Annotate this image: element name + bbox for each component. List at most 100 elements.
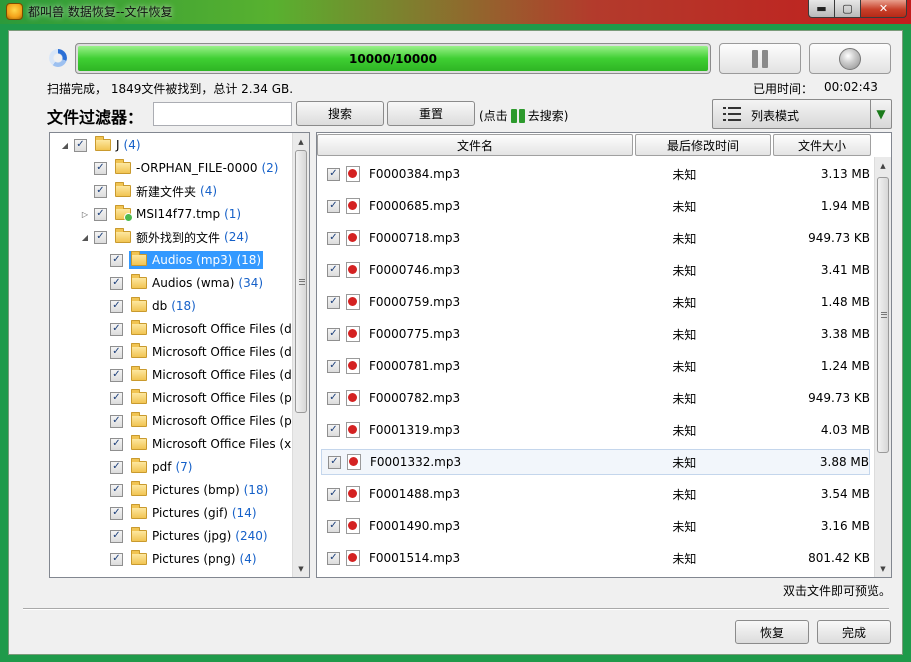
tree-item-checkbox[interactable]: ✓	[110, 460, 123, 474]
tree-item[interactable]: ✓ Microsoft Office Files (d	[96, 364, 294, 386]
file-row[interactable]: ✓ F0001490.mp3 未知 3.16 MB	[321, 513, 870, 539]
file-row[interactable]: ✓ F0001514.mp3 未知 801.42 KB	[321, 545, 870, 571]
tree-item[interactable]: ✓ Microsoft Office Files (xl	[96, 433, 297, 455]
tree-item[interactable]: ✓ Pictures (png) (4)	[96, 548, 259, 570]
audio-file-icon	[346, 422, 360, 438]
tree-expander-icon[interactable]: ◢	[60, 141, 70, 150]
tree-item[interactable]: ◢ ✓ 额外找到的文件 (24)	[80, 226, 251, 248]
file-row-checkbox[interactable]: ✓	[327, 359, 340, 373]
tree-scroll-grip-icon	[299, 279, 305, 285]
tree-item[interactable]: ✓ 新建文件夹 (4)	[80, 180, 219, 202]
tree-item-checkbox[interactable]: ✓	[110, 276, 123, 290]
file-row[interactable]: ✓ F0000759.mp3 未知 1.48 MB	[321, 289, 870, 315]
tree-expander-icon[interactable]: ▷	[80, 210, 90, 219]
list-scroll-thumb[interactable]	[877, 177, 889, 453]
file-row-checkbox[interactable]: ✓	[327, 519, 340, 533]
file-row-checkbox[interactable]: ✓	[327, 423, 340, 437]
tree-item-checkbox[interactable]: ✓	[94, 230, 107, 244]
search-button[interactable]: 搜索	[296, 101, 384, 126]
tree-item[interactable]: ✓ Microsoft Office Files (p	[96, 410, 294, 432]
folder-tree[interactable]: ✓ Pictures (png) (4) ✓ Pictures (jpg) (240) ✓ P…	[49, 132, 310, 578]
file-filter-input[interactable]	[153, 102, 292, 126]
file-row-checkbox[interactable]: ✓	[327, 487, 340, 501]
tree-item-checkbox[interactable]: ✓	[94, 207, 107, 221]
file-row-checkbox[interactable]: ✓	[327, 231, 340, 245]
done-button[interactable]: 完成	[817, 620, 891, 644]
stop-button[interactable]	[809, 43, 891, 74]
file-row-checkbox[interactable]: ✓	[327, 263, 340, 277]
tree-scroll-up-arrow[interactable]: ▲	[293, 133, 309, 150]
file-row[interactable]: ✓ F0001319.mp3 未知 4.03 MB	[321, 417, 870, 443]
file-row-checkbox[interactable]: ✓	[327, 327, 340, 341]
close-button[interactable]: ✕	[861, 0, 907, 18]
tree-item[interactable]: ✓ Audios (wma) (34)	[96, 272, 265, 294]
recover-button[interactable]: 恢复	[735, 620, 809, 644]
tree-scrollbar[interactable]: ▲ ▼	[292, 133, 309, 577]
tree-item-checkbox[interactable]: ✓	[110, 391, 123, 405]
file-row[interactable]: ✓ F0000782.mp3 未知 949.73 KB	[321, 385, 870, 411]
tree-scroll-thumb[interactable]	[295, 150, 307, 413]
file-row-checkbox[interactable]: ✓	[328, 455, 341, 469]
tree-item[interactable]: ✓ Microsoft Office Files (d	[96, 341, 294, 363]
folder-icon	[131, 251, 147, 266]
reset-button[interactable]: 重置	[387, 101, 475, 126]
tree-item-label: Microsoft Office Files (p	[152, 414, 292, 428]
tree-item-checkbox[interactable]: ✓	[110, 299, 123, 313]
tree-expander-icon[interactable]: ◢	[80, 233, 90, 242]
tree-item[interactable]: ◢ ✓ J (4)	[60, 134, 143, 156]
file-row[interactable]: ✓ F0001332.mp3 未知 3.88 MB	[321, 449, 870, 475]
tree-item[interactable]: ✓ Pictures (bmp) (18)	[96, 479, 270, 501]
file-row-checkbox[interactable]: ✓	[327, 295, 340, 309]
tree-item-checkbox[interactable]: ✓	[110, 529, 123, 543]
tree-item-checkbox[interactable]: ✓	[94, 184, 107, 198]
tree-item-checkbox[interactable]: ✓	[110, 368, 123, 382]
pause-button[interactable]	[719, 43, 801, 74]
tree-item[interactable]: ✓ -ORPHAN_FILE-0000 (2)	[80, 157, 280, 179]
tree-item[interactable]: ✓ Microsoft Office Files (d	[96, 318, 294, 340]
file-row-checkbox[interactable]: ✓	[327, 167, 340, 181]
file-row[interactable]: ✓ F0001488.mp3 未知 3.54 MB	[321, 481, 870, 507]
tree-item[interactable]: ✓ Microsoft Office Files (p	[96, 387, 294, 409]
tree-item[interactable]: ✓ Pictures (jpg) (240)	[96, 525, 270, 547]
file-row[interactable]: ✓ F0000685.mp3 未知 1.94 MB	[321, 193, 870, 219]
file-row[interactable]: ✓ F0000718.mp3 未知 949.73 KB	[321, 225, 870, 251]
file-row-checkbox[interactable]: ✓	[327, 391, 340, 405]
tree-item[interactable]: ✓ Audios (mp3) (18)	[96, 249, 264, 271]
file-row-checkbox[interactable]: ✓	[327, 199, 340, 213]
pause-icon	[752, 49, 768, 68]
tree-item[interactable]: ✓ db (18)	[96, 295, 198, 317]
tree-item[interactable]: ✓ pdf (7)	[96, 456, 194, 478]
file-modified: 未知	[672, 551, 697, 566]
tree-item[interactable]: ▷ ✓ MSI14f77.tmp (1)	[80, 203, 243, 225]
tree-item-checkbox[interactable]: ✓	[110, 345, 123, 359]
maximize-button[interactable]: ▢	[835, 0, 861, 18]
file-list-scrollbar[interactable]: ▲ ▼	[874, 157, 891, 577]
view-mode-dropdown-arrow[interactable]: ▼	[870, 100, 891, 128]
column-header-size[interactable]: 文件大小	[773, 134, 871, 156]
tree-item-checkbox[interactable]: ✓	[110, 437, 123, 451]
tree-item-checkbox[interactable]: ✓	[110, 506, 123, 520]
list-scroll-up-arrow[interactable]: ▲	[875, 157, 891, 174]
column-header-filename[interactable]: 文件名	[317, 134, 633, 156]
tree-item-checkbox[interactable]: ✓	[94, 161, 107, 175]
tree-item-checkbox[interactable]: ✓	[110, 552, 123, 566]
minimize-button[interactable]: ▬	[808, 0, 835, 18]
column-header-modified[interactable]: 最后修改时间	[635, 134, 771, 156]
list-scroll-down-arrow[interactable]: ▼	[875, 560, 891, 577]
file-row[interactable]: ✓ F0000781.mp3 未知 1.24 MB	[321, 353, 870, 379]
tree-item-checkbox[interactable]: ✓	[110, 483, 123, 497]
tree-item-checkbox[interactable]: ✓	[110, 253, 123, 267]
file-row[interactable]: ✓ F0000746.mp3 未知 3.41 MB	[321, 257, 870, 283]
tree-item-checkbox[interactable]: ✓	[110, 322, 123, 336]
tree-item-checkbox[interactable]: ✓	[74, 138, 87, 152]
file-row-checkbox[interactable]: ✓	[327, 551, 340, 565]
file-list[interactable]: 文件名 最后修改时间 文件大小 ▲ ▼ ✓ F0000384.mp3 未知 3.13 …	[316, 132, 892, 578]
folder-icon	[131, 458, 147, 473]
tree-item[interactable]: ✓ Pictures (gif) (14)	[96, 502, 259, 524]
file-row[interactable]: ✓ F0000775.mp3 未知 3.38 MB	[321, 321, 870, 347]
view-mode-selector[interactable]: 列表模式 ▼	[712, 99, 892, 129]
tree-item-checkbox[interactable]: ✓	[110, 414, 123, 428]
tree-scroll-down-arrow[interactable]: ▼	[293, 560, 309, 577]
file-row[interactable]: ✓ F0000384.mp3 未知 3.13 MB	[321, 161, 870, 187]
file-name: F0001332.mp3	[370, 455, 462, 469]
